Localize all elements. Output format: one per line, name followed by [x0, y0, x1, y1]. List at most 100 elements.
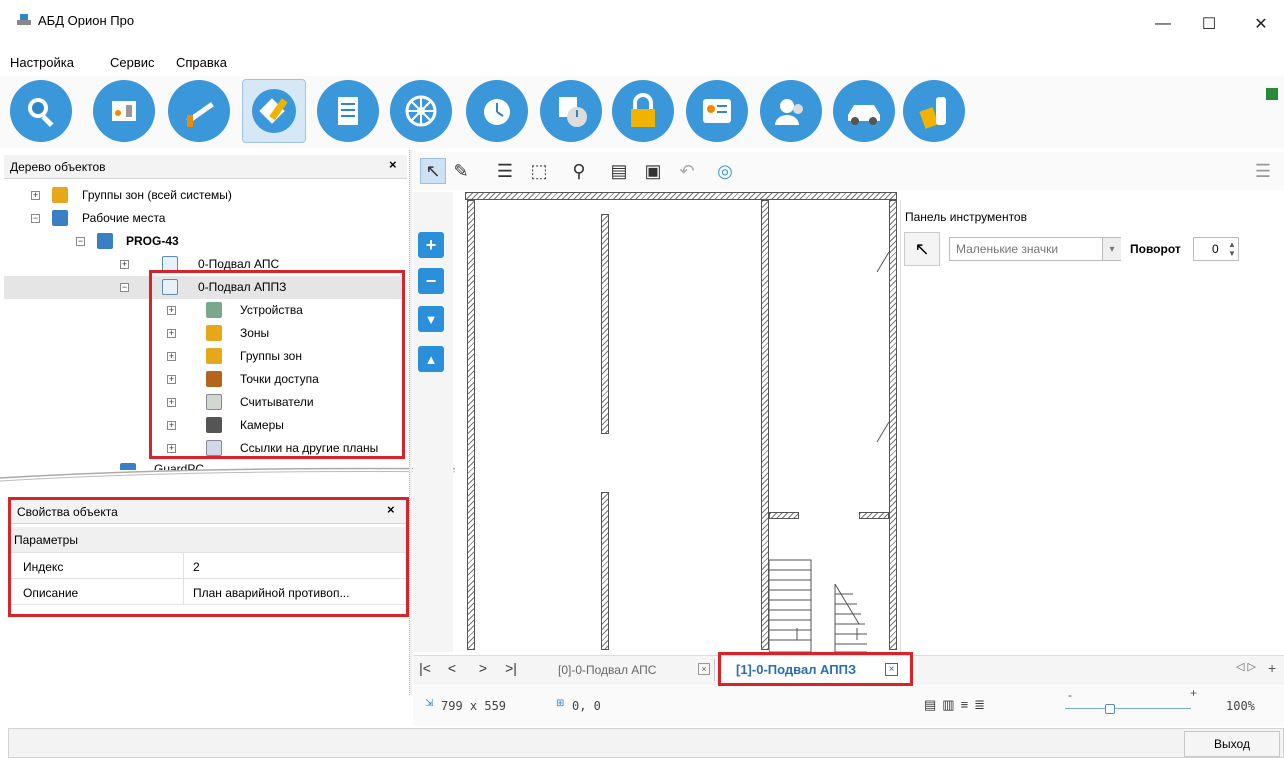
collapse-icon[interactable]: − — [31, 214, 40, 223]
lock-icon[interactable] — [612, 80, 674, 142]
plan-wall — [467, 200, 475, 650]
map-icon[interactable]: ◎ — [712, 158, 738, 184]
tree-row[interactable]: − Рабочие места — [4, 207, 404, 230]
tab-label: [1]-0-Подвал АППЗ — [736, 662, 857, 677]
key-icon[interactable] — [903, 80, 965, 142]
zoom-plus[interactable]: + — [1190, 686, 1197, 700]
minimize-button[interactable]: — — [1140, 0, 1186, 48]
prev-tab-icon[interactable]: < — [441, 657, 463, 679]
canvas-size: 799 x 559 — [441, 699, 507, 713]
rotation-input[interactable]: 0 ▲ ▼ — [1193, 237, 1239, 261]
collapse-icon[interactable]: − — [120, 283, 129, 292]
close-tab-icon[interactable]: × — [698, 663, 710, 675]
plan-wall — [601, 214, 609, 434]
properties-title: Свойства объекта — [17, 505, 118, 519]
badge-icon[interactable] — [686, 80, 748, 142]
menu-settings[interactable]: Настройка — [10, 55, 74, 70]
spin-icon[interactable]: ▲ ▼ — [1228, 240, 1236, 258]
image-down-icon[interactable]: ▼ — [418, 306, 444, 332]
align-icons[interactable]: ▤▥≡≣ — [924, 697, 991, 713]
list-icon[interactable] — [317, 80, 379, 142]
menu-list-icon[interactable]: ☰ — [1250, 158, 1276, 184]
zoom-icon[interactable]: ⚲ — [566, 158, 592, 184]
menu-help[interactable]: Справка — [176, 55, 227, 70]
tree-row-label: PROG-43 — [126, 234, 179, 248]
undo-icon[interactable]: ↶ — [674, 158, 700, 184]
image-up-icon[interactable]: ▲ — [418, 346, 444, 372]
tree-header: Дерево объектов — [4, 155, 407, 179]
splitter[interactable] — [409, 150, 412, 695]
zoom-minus[interactable]: - — [1068, 688, 1072, 702]
edit-icon[interactable]: ✎ — [448, 158, 474, 184]
close-button[interactable]: ✕ — [1238, 0, 1284, 48]
schedule-icon[interactable] — [540, 80, 602, 142]
copy-icon[interactable]: ▤ — [606, 158, 632, 184]
tree-row[interactable]: − PROG-43 — [4, 230, 404, 253]
tab-plan-1[interactable]: [1]-0-Подвал АППЗ × — [722, 656, 909, 682]
view-select-value: Маленькие значки — [956, 242, 1059, 256]
tree-title: Дерево объектов — [10, 160, 106, 174]
plan-wall — [761, 200, 769, 650]
expand-icon[interactable]: + — [31, 191, 40, 200]
property-key: Индекс — [23, 560, 64, 574]
last-tab-icon[interactable]: >| — [500, 657, 522, 679]
tab-plan-0[interactable]: [0]-0-Подвал АПС × — [540, 659, 715, 681]
layout-icon[interactable] — [1266, 88, 1278, 100]
add-layer-icon[interactable]: + — [418, 232, 444, 258]
exit-button[interactable]: Выход — [1184, 731, 1280, 757]
rotation-label: Поворот — [1130, 242, 1181, 256]
properties-header: Свойства объекта — [11, 500, 406, 524]
rotation-value: 0 — [1212, 242, 1219, 256]
collapse-icon[interactable]: − — [76, 237, 85, 246]
property-value[interactable]: План аварийной противоп... — [193, 586, 349, 600]
barrier-icon[interactable] — [168, 80, 230, 142]
tools-pointer-icon[interactable]: ↖ — [904, 232, 940, 266]
select-list-icon[interactable]: ☰ — [492, 158, 518, 184]
app-icon — [16, 11, 32, 27]
bottom-bar — [8, 728, 1284, 758]
users-icon[interactable] — [760, 80, 822, 142]
plan-wall — [859, 512, 889, 519]
remove-layer-icon[interactable]: − — [418, 268, 444, 294]
plan-canvas[interactable] — [455, 192, 900, 652]
tree-row-label: 0-Подвал АПС — [198, 257, 280, 271]
menu-service[interactable]: Сервис — [110, 55, 155, 70]
close-tab-icon[interactable]: × — [885, 663, 898, 676]
plan-wall — [769, 512, 799, 519]
size-icon: ⇲ — [425, 698, 434, 709]
computer-icon — [97, 233, 113, 249]
chevron-down-icon[interactable]: ▾ — [1102, 238, 1121, 260]
property-row[interactable]: Описание План аварийной противоп... — [11, 579, 406, 605]
expand-icon[interactable]: + — [120, 260, 129, 269]
highlight-box — [149, 270, 405, 459]
first-tab-icon[interactable]: |< — [414, 657, 436, 679]
status-bar — [413, 686, 1284, 726]
tree-row-label: Рабочие места — [82, 211, 166, 225]
side-toolbar — [413, 192, 453, 652]
plan-edit-icon[interactable] — [242, 79, 306, 143]
zoom-slider[interactable] — [1065, 708, 1191, 709]
property-value[interactable]: 2 — [193, 560, 200, 574]
cursor-coords: 0, 0 — [572, 699, 601, 713]
workstations-icon — [52, 210, 68, 226]
zoom-thumb[interactable] — [1105, 704, 1115, 714]
alarm-clock-icon[interactable] — [466, 80, 528, 142]
door-swing — [876, 252, 890, 443]
next-tab-icon[interactable]: > — [472, 657, 494, 679]
car-icon[interactable] — [833, 80, 895, 142]
scroll-tabs-icon[interactable]: ◁ ▷ — [1236, 660, 1256, 673]
add-tab-icon[interactable]: + — [1268, 660, 1276, 676]
properties-close-button[interactable]: × — [387, 502, 395, 517]
fit-icon[interactable]: ⬚ — [526, 158, 552, 184]
device-icon[interactable] — [93, 80, 155, 142]
view-select[interactable]: Маленькие значки ▾ — [949, 237, 1121, 261]
tools-panel — [900, 200, 1284, 660]
wheel-icon[interactable] — [390, 80, 452, 142]
tree-row[interactable]: + Группы зон (всей системы) — [4, 184, 404, 207]
save-icon[interactable]: ▣ — [640, 158, 666, 184]
tree-close-button[interactable]: × — [389, 157, 397, 172]
maximize-button[interactable]: ☐ — [1186, 0, 1232, 48]
pointer-icon[interactable]: ↖ — [420, 158, 446, 184]
search-icon[interactable] — [10, 80, 72, 142]
property-row[interactable]: Индекс 2 — [11, 553, 406, 579]
